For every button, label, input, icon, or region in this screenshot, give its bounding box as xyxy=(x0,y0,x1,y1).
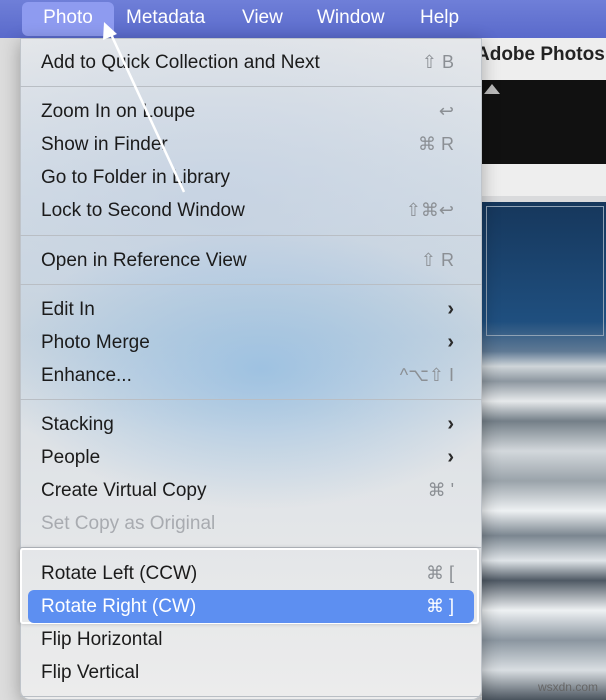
shortcut-label: ⌘ ' xyxy=(427,480,454,500)
menu-item-label: Flip Vertical xyxy=(41,662,140,683)
menu-item-label: Photo Merge xyxy=(41,332,150,353)
menu-item-rotate-right[interactable]: Rotate Right (CW) ⌘ ] xyxy=(28,590,474,623)
shortcut-label: ⇧ R xyxy=(420,250,454,270)
menu-view[interactable]: View xyxy=(242,0,283,38)
shortcut-label: ⇧ B xyxy=(421,52,454,72)
shortcut-label: ↩ xyxy=(438,101,454,121)
submenu-chevron-icon: › xyxy=(447,331,454,353)
submenu-chevron-icon: › xyxy=(447,413,454,435)
panel-toggle-triangle-icon[interactable] xyxy=(484,84,500,94)
menu-separator xyxy=(20,399,482,400)
menu-item-rotate-left[interactable]: Rotate Left (CCW) ⌘ [ xyxy=(20,557,482,590)
menu-item-show-in-finder[interactable]: Show in Finder ⌘ R xyxy=(20,128,482,161)
shortcut-label: ^⌥⇧ I xyxy=(399,365,454,385)
menu-item-stacking[interactable]: Stacking › xyxy=(20,408,482,441)
menu-item-label: Lock to Second Window xyxy=(41,200,245,221)
submenu-chevron-icon: › xyxy=(447,298,454,320)
menu-item-label: People xyxy=(41,447,101,468)
menu-help[interactable]: Help xyxy=(420,0,459,38)
menu-item-label: Rotate Right (CW) xyxy=(41,596,197,617)
menu-metadata[interactable]: Metadata xyxy=(126,0,205,38)
menu-separator xyxy=(20,86,482,87)
watermark: wsxdn.com xyxy=(537,680,598,694)
menu-photo[interactable]: Photo xyxy=(22,2,114,36)
menu-item-create-virtual-copy[interactable]: Create Virtual Copy ⌘ ' xyxy=(20,474,482,507)
menu-item-open-reference-view[interactable]: Open in Reference View ⇧ R xyxy=(20,244,482,277)
menu-item-label: Stacking xyxy=(41,414,114,435)
menu-separator xyxy=(20,235,482,236)
menu-window[interactable]: Window xyxy=(317,0,385,38)
shortcut-label: ⇧⌘↩ xyxy=(405,200,454,220)
shortcut-label: ⌘ R xyxy=(418,134,454,154)
menu-separator xyxy=(20,696,482,697)
app-title: Adobe Photos xyxy=(476,44,605,65)
menu-item-add-quick-collection[interactable]: Add to Quick Collection and Next ⇧ B xyxy=(20,46,482,79)
menu-item-photo-merge[interactable]: Photo Merge › xyxy=(20,326,482,359)
menu-item-set-copy-as-original: Set Copy as Original xyxy=(20,507,482,540)
menu-item-label: Enhance... xyxy=(41,365,132,386)
menu-item-zoom-in-loupe[interactable]: Zoom In on Loupe ↩ xyxy=(20,95,482,128)
menu-bar: Photo Metadata View Window Help xyxy=(0,0,606,38)
photo-selection-frame xyxy=(486,206,604,336)
menu-item-go-to-folder[interactable]: Go to Folder in Library xyxy=(20,161,482,194)
menu-item-lock-second-window[interactable]: Lock to Second Window ⇧⌘↩ xyxy=(20,194,482,227)
menu-item-label: Rotate Left (CCW) xyxy=(41,563,198,584)
menu-item-label: Flip Horizontal xyxy=(41,629,163,650)
menu-item-edit-in[interactable]: Edit In › xyxy=(20,293,482,326)
menu-item-label: Show in Finder xyxy=(41,134,168,155)
menu-item-people[interactable]: People › xyxy=(20,441,482,474)
submenu-chevron-icon: › xyxy=(447,446,454,468)
menu-item-flip-vertical[interactable]: Flip Vertical xyxy=(20,656,482,689)
menu-item-label: Set Copy as Original xyxy=(41,513,216,534)
menu-item-enhance[interactable]: Enhance... ^⌥⇧ I xyxy=(20,359,482,392)
menu-separator xyxy=(20,284,482,285)
menu-item-label: Create Virtual Copy xyxy=(41,480,207,501)
menu-item-flip-horizontal[interactable]: Flip Horizontal xyxy=(20,623,482,656)
menu-item-label: Go to Folder in Library xyxy=(41,167,231,188)
shortcut-label: ⌘ ] xyxy=(425,596,454,616)
shortcut-label: ⌘ [ xyxy=(425,563,454,583)
menu-item-label: Open in Reference View xyxy=(41,250,247,271)
menu-item-label: Add to Quick Collection and Next xyxy=(41,52,320,73)
menu-item-label: Zoom In on Loupe xyxy=(41,101,196,122)
menu-item-label: Edit In xyxy=(41,299,95,320)
